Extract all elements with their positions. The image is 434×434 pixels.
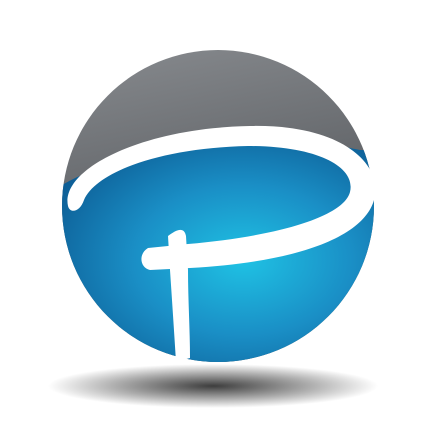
p-globe-logo-icon [48,50,378,408]
ground-shadow [48,364,378,408]
logo-canvas [0,0,434,434]
